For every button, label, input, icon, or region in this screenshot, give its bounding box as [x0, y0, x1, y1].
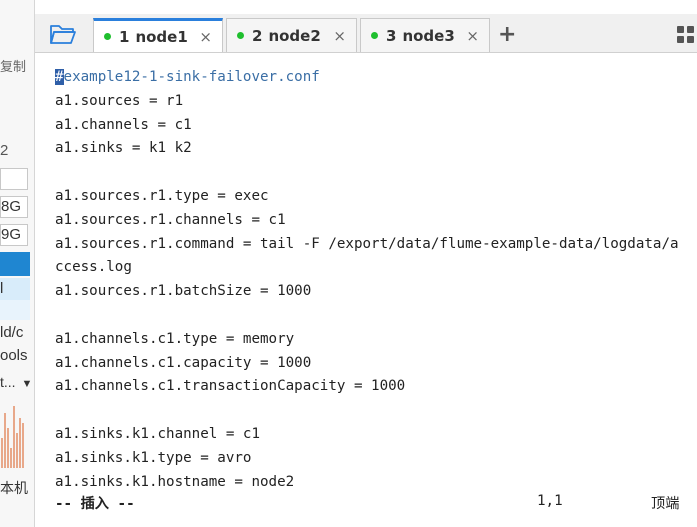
code-line: a1.sources.r1.batchSize = 1000 [55, 283, 312, 300]
code-line: a1.sinks.k1.type = avro [55, 449, 252, 466]
tab-number: 3 [386, 26, 397, 45]
vim-status-line: -- 插入 -- 1,1 顶端 [55, 493, 695, 517]
left-value-9g: 9G [0, 224, 28, 246]
tab-node2[interactable]: 2 node2 × [226, 18, 357, 52]
left-pane: 复制 2 8G 9G l ld/c ools t... ▼ 本机 [0, 0, 34, 527]
text-cursor: # [55, 69, 64, 85]
left-fragment: 2 [0, 142, 9, 159]
close-icon[interactable]: × [199, 28, 212, 46]
code-line: a1.sources.r1.channels = c1 [55, 211, 286, 228]
code-line: a1.sinks = k1 k2 [55, 140, 192, 157]
code-line: a1.sinks.k1.channel = c1 [55, 425, 260, 442]
close-icon[interactable]: × [333, 27, 346, 45]
left-value-8g: 8G [0, 196, 28, 218]
plus-icon[interactable]: + [498, 22, 516, 47]
code-line: ccess.log [55, 259, 132, 276]
code-line: a1.channels.c1.transactionCapacity = 100… [55, 378, 406, 395]
editor-text[interactable]: #example12-1-sink-failover.conf a1.sourc… [55, 66, 695, 494]
cursor-position: 1,1 [537, 493, 563, 509]
left-list-item[interactable]: ools [0, 347, 28, 364]
code-line: a1.sources.r1.type = exec [55, 187, 269, 204]
dropdown-icon: ▼ [21, 378, 33, 390]
code-line: a1.channels = c1 [55, 116, 192, 133]
tab-number: 1 [119, 27, 130, 46]
code-line-comment: #example12-1-sink-failover.conf [55, 66, 695, 90]
code-line: a1.sources = r1 [55, 92, 184, 109]
tab-label: node2 [268, 26, 321, 45]
tab-bar: 1 node1 × 2 node2 × 3 node3 × + [35, 14, 697, 53]
online-status-icon [371, 32, 378, 39]
tab-label: node3 [402, 26, 455, 45]
insert-mode-indicator: -- 插入 -- [55, 496, 135, 512]
left-input[interactable] [0, 168, 28, 190]
online-status-icon [237, 32, 244, 39]
code-line: a1.sinks.k1.hostname = node2 [55, 473, 295, 490]
code-line: a1.channels.c1.capacity = 1000 [55, 354, 312, 371]
left-list-item[interactable]: l [0, 278, 30, 300]
scroll-position: 顶端 [651, 496, 680, 512]
left-dropdown[interactable]: t... ▼ [0, 374, 32, 390]
code-line: a1.sources.r1.command = tail -F /export/… [55, 235, 679, 252]
online-status-icon [104, 33, 111, 40]
mini-bar-chart [0, 398, 26, 468]
left-local-label: 本机 [0, 480, 28, 496]
copy-label[interactable]: 复制 [0, 56, 26, 75]
comment-text: example12-1-sink-failover.conf [63, 69, 320, 85]
left-selected-item[interactable] [0, 252, 30, 276]
tab-node1[interactable]: 1 node1 × [93, 18, 223, 52]
left-list-item[interactable]: ld/c [0, 324, 23, 341]
close-icon[interactable]: × [466, 27, 479, 45]
tab-node3[interactable]: 3 node3 × [360, 18, 490, 52]
folder-icon[interactable] [49, 22, 77, 46]
grid-icon[interactable] [677, 26, 695, 44]
code-line: a1.channels.c1.type = memory [55, 330, 295, 347]
terminal-window: 1 node1 × 2 node2 × 3 node3 × + #example… [34, 0, 697, 527]
left-dropdown-label: t... [0, 374, 16, 390]
tab-label: node1 [135, 27, 188, 46]
tab-number: 2 [252, 26, 263, 45]
left-list-item[interactable] [0, 300, 30, 320]
